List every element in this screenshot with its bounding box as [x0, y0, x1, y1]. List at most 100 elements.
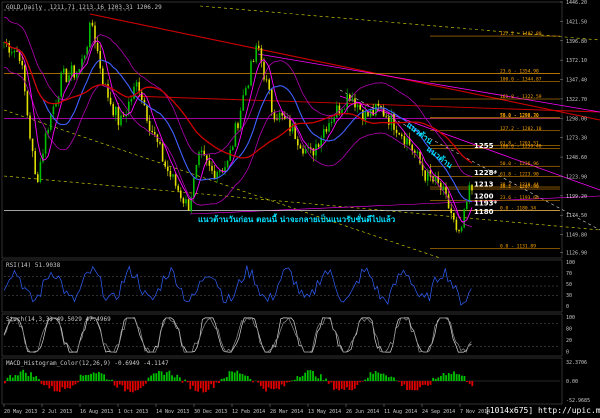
macd-bar-169	[445, 375, 448, 381]
rsi-tick-0: 100	[566, 260, 575, 266]
date-label-6: 12 Feb 2014	[232, 409, 265, 415]
candle-body-24	[65, 68, 68, 83]
macd-bar-8	[24, 372, 27, 381]
macd-bar-68	[181, 381, 184, 383]
macd-bar-105	[278, 381, 280, 390]
candle-body-79	[208, 160, 211, 166]
macd-bar-23	[64, 381, 66, 389]
candle-body-173	[453, 213, 455, 220]
macd-bar-64	[171, 375, 173, 381]
candle-body-152	[398, 132, 400, 135]
candle-body-128	[336, 105, 338, 118]
macd-bar-3	[11, 377, 14, 381]
candle-body-73	[193, 177, 195, 198]
macd-bar-76	[202, 381, 205, 393]
macd-bar-75	[199, 381, 202, 389]
candle-body-11	[31, 138, 34, 152]
macd-bar-124	[327, 381, 330, 384]
macd-bar-82	[218, 381, 220, 384]
macd-bar-32	[87, 374, 90, 381]
candle-body-46	[122, 115, 125, 117]
candle-body-96	[252, 61, 255, 62]
candle-body-27	[73, 65, 75, 78]
candle-body-17	[47, 129, 49, 134]
macd-bar-112	[296, 376, 299, 381]
macd-bar-35	[95, 373, 98, 381]
candle-body-131	[343, 108, 346, 110]
candle-body-143	[375, 103, 377, 116]
macd-bar-43	[116, 381, 119, 388]
macd-bar-7	[22, 369, 25, 381]
fib-label-2: 100.0 - 1344.87	[500, 77, 542, 83]
price-annotation-4: 1193*	[474, 199, 497, 207]
candle-body-42	[112, 104, 114, 116]
candle-body-86	[226, 160, 229, 168]
candle-body-56	[148, 120, 151, 131]
macd-bar-129	[340, 381, 343, 389]
macd-bar-84	[223, 378, 226, 381]
candle-body-129	[338, 105, 341, 114]
candle-body-14	[39, 161, 42, 182]
macd-label: MACD_Histogram_Color(12,26,9) -0.6949 -4…	[6, 360, 169, 367]
candle-body-126	[330, 121, 333, 124]
date-label-9: 26 Jun 2014	[346, 409, 379, 415]
candle-body-63	[167, 166, 169, 172]
macd-bar-21	[58, 381, 61, 393]
macd-bar-117	[309, 370, 312, 381]
candle-body-111	[291, 123, 294, 132]
price-tick-label-13: 1126.90	[566, 251, 587, 257]
candle-body-18	[50, 114, 52, 130]
candle-body-10	[29, 115, 31, 139]
macd-bar-73	[194, 381, 197, 391]
fib-label-1: 23.6 - 1354.90	[500, 69, 539, 75]
macd-bar-131	[346, 381, 348, 388]
macd-bar-26	[71, 381, 74, 386]
candle-body-36	[96, 42, 99, 52]
macd-bar-12	[35, 376, 38, 381]
price-tick-label-5: 1322.70	[566, 97, 587, 103]
macd-bar-79	[210, 381, 213, 385]
macd-bar-144	[380, 373, 382, 381]
candle-body-76	[200, 150, 203, 153]
macd-bar-16	[45, 381, 48, 386]
macd-bar-100	[265, 381, 267, 392]
candle-body-155	[406, 138, 408, 145]
macd-bar-24	[66, 381, 69, 388]
candle-body-121	[317, 144, 320, 147]
macd-bar-111	[293, 379, 296, 381]
candle-body-64	[169, 171, 172, 177]
candle-body-49	[130, 98, 133, 102]
macd-bar-71	[189, 381, 192, 390]
macd-bar-38	[103, 374, 106, 381]
candle-body-45	[120, 115, 122, 126]
price-annotation-0: 1255	[474, 142, 494, 150]
candle-body-136	[356, 104, 359, 108]
price-tick-label-10: 1199.20	[566, 194, 587, 200]
macd-bar-173	[455, 374, 458, 381]
fib-label-12: 38.2 - 1207.90	[500, 184, 539, 190]
price-tick-label-7: 1273.30	[566, 136, 587, 142]
stoch-tick-1: 80	[566, 327, 572, 333]
macd-bar-155	[408, 381, 411, 390]
macd-bar-99	[262, 381, 265, 389]
stoch-d-line	[3, 317, 472, 353]
ohlc-label: 1211.71 1213.16 1203.31 1206.29	[50, 4, 162, 11]
macd-bar-147	[387, 377, 390, 381]
date-label-7: 28 Mar 2014	[270, 409, 303, 415]
macd-bar-92	[244, 375, 247, 381]
date-label-11: 24 Sep 2014	[422, 409, 455, 415]
macd-bar-83	[220, 378, 223, 381]
macd-bar-156	[411, 381, 414, 391]
macd-bar-20	[56, 381, 59, 392]
macd-bar-5	[17, 375, 19, 381]
candle-body-61	[161, 143, 164, 162]
macd-bar-37	[100, 373, 103, 381]
candle-body-8	[24, 65, 26, 92]
macd-bar-130	[343, 381, 346, 390]
price-annotation-2: 1213	[474, 181, 494, 189]
price-tick-label-4: 1347.40	[566, 78, 587, 84]
macd-bar-125	[330, 381, 333, 383]
macd-bar-13	[37, 379, 40, 381]
macd-bar-126	[333, 381, 335, 390]
macd-bar-61	[163, 374, 166, 381]
